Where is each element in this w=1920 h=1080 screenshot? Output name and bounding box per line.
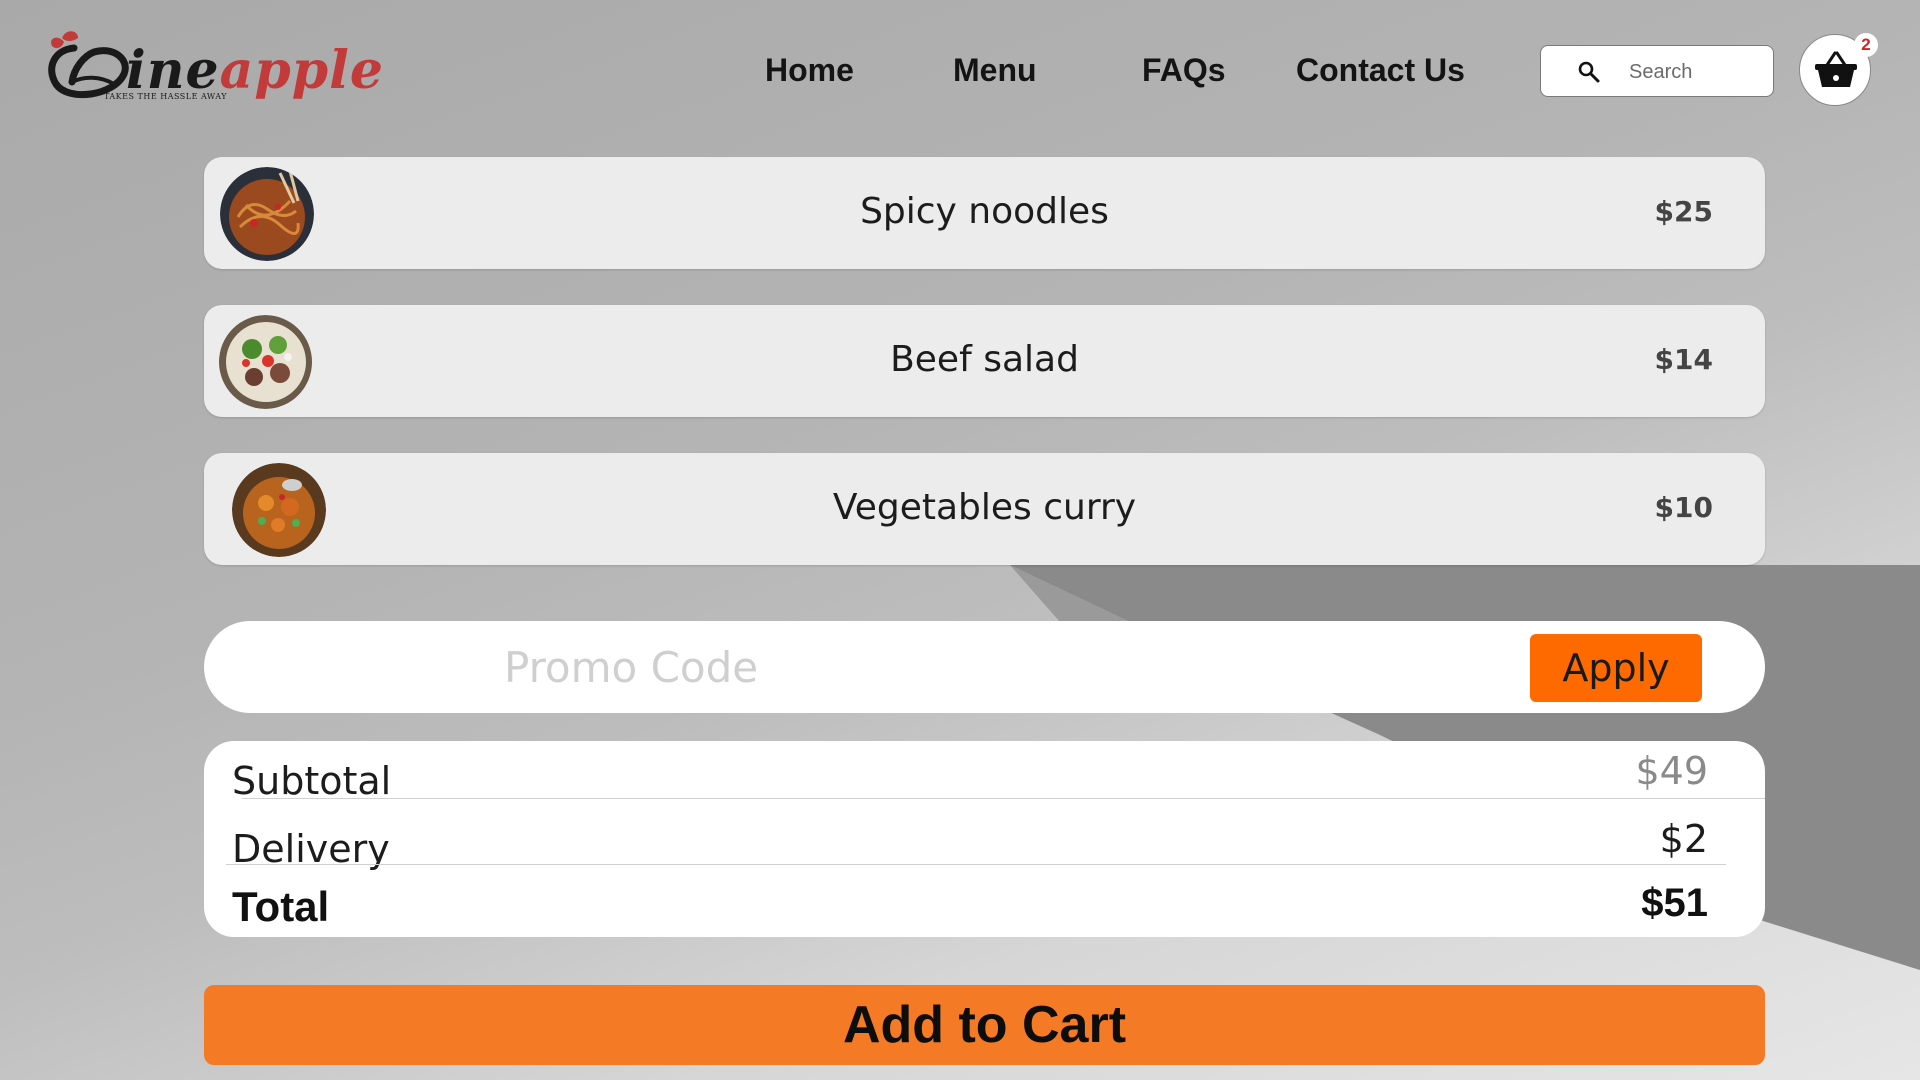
total-value: $51 [1641, 881, 1708, 925]
cart-item[interactable]: Vegetables curry $10 [204, 453, 1765, 565]
search-input[interactable] [1629, 54, 1759, 90]
item-price: $25 [1654, 195, 1713, 228]
subtotal-row: Subtotal $49 [228, 749, 1738, 805]
delivery-value: $2 [1659, 817, 1708, 861]
basket-icon [1815, 51, 1857, 87]
nav-home[interactable]: Home [765, 52, 854, 89]
item-name: Spicy noodles [860, 191, 1109, 232]
cart-button[interactable]: 2 [1799, 33, 1878, 106]
item-price: $14 [1654, 343, 1713, 376]
cart-count-badge: 2 [1854, 33, 1878, 57]
item-price: $10 [1654, 491, 1713, 524]
order-summary: Subtotal $49 Delivery $2 Total $51 [204, 741, 1765, 937]
brand-tagline: TAKES THE HASSLE AWAY [104, 92, 227, 101]
brand-wordmark-red: apple [219, 40, 384, 101]
search-box[interactable] [1540, 45, 1774, 97]
total-label: Total [232, 883, 330, 930]
brand-logo[interactable]: ineapple TAKES THE HASSLE AWAY [44, 24, 383, 114]
summary-divider [226, 864, 1726, 865]
add-to-cart-button[interactable]: Add to Cart [204, 985, 1765, 1065]
nav-menu[interactable]: Menu [953, 52, 1037, 89]
item-name: Vegetables curry [832, 487, 1137, 528]
promo-code-bar: Apply [204, 621, 1765, 713]
promo-code-input[interactable] [504, 639, 1204, 695]
subtotal-value: $49 [1635, 749, 1708, 793]
item-name: Beef salad [890, 339, 1079, 380]
apply-button[interactable]: Apply [1530, 634, 1702, 702]
subtotal-label: Subtotal [232, 759, 392, 803]
total-row: Total $51 [228, 881, 1738, 937]
nav-contact-us[interactable]: Contact Us [1296, 52, 1465, 89]
search-icon [1578, 61, 1600, 83]
cart-item[interactable]: Spicy noodles $25 [204, 157, 1765, 269]
cart-item[interactable]: Beef salad $14 [204, 305, 1765, 417]
top-header: ineapple TAKES THE HASSLE AWAY Home Menu… [0, 0, 1920, 150]
nav-faqs[interactable]: FAQs [1142, 52, 1226, 89]
summary-divider [242, 798, 1765, 799]
